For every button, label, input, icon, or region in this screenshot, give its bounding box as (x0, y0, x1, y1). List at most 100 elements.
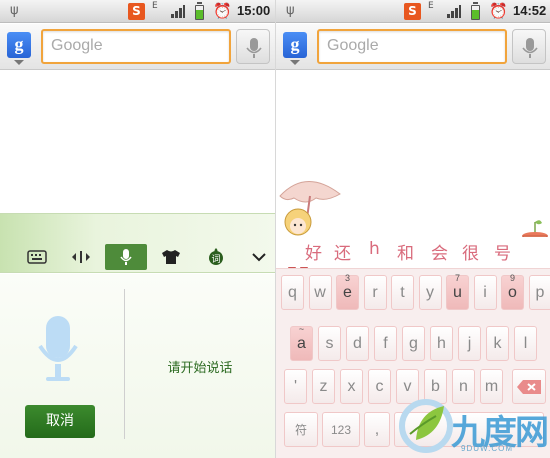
search-input[interactable]: Google (41, 29, 231, 64)
key-label: h (437, 335, 446, 352)
key-t[interactable]: t (391, 275, 414, 310)
watermark-subtext: 9DUW.COM (461, 444, 513, 453)
key-m[interactable]: m (480, 369, 503, 404)
clock: 14:52 (513, 3, 547, 18)
key-h[interactable]: h (430, 326, 453, 361)
battery-icon (471, 5, 480, 20)
key-k[interactable]: k (486, 326, 509, 361)
key-label: ' (293, 378, 298, 395)
key-hint: 7 (454, 273, 460, 283)
comma-key[interactable]: , (364, 412, 390, 447)
candidate-word[interactable]: 还 (334, 239, 351, 264)
key-e[interactable]: 3e (336, 273, 359, 310)
status-bar: ψ S E ⏰ 14:52 (276, 0, 550, 23)
key-label: j (467, 335, 472, 352)
key-s[interactable]: s (318, 326, 341, 361)
status-bar: ψ S E ⏰ 15:00 (0, 0, 275, 23)
cancel-button[interactable]: 取消 (25, 405, 95, 438)
key-q[interactable]: q (281, 275, 304, 310)
key-label: k (493, 335, 502, 352)
candidate-word[interactable]: 会 (431, 239, 448, 264)
microphone-icon (522, 38, 538, 58)
key-label: e (343, 284, 352, 301)
key-j[interactable]: j (458, 326, 481, 361)
key-label: v (403, 378, 412, 395)
key-l[interactable]: l (514, 326, 537, 361)
key-label: f (383, 335, 388, 352)
number-key[interactable]: 123 (322, 412, 360, 447)
battery-tip (473, 2, 478, 4)
watermark-logo (399, 399, 453, 453)
vocabulary-button[interactable]: 词 (195, 244, 237, 270)
key-x[interactable]: x (340, 369, 363, 404)
chevron-down-icon (290, 60, 300, 65)
clock: 15:00 (237, 3, 271, 18)
key-label: q (288, 284, 297, 301)
microphone-icon (38, 316, 78, 381)
key-label: u (453, 284, 462, 301)
key-g[interactable]: g (402, 326, 425, 361)
key-o[interactable]: 9o (501, 273, 524, 310)
key-w[interactable]: w (308, 275, 332, 310)
symbol-key[interactable]: 符 (284, 412, 318, 447)
candidate-word[interactable]: h (369, 239, 380, 259)
voice-search-button[interactable] (512, 29, 546, 64)
key-z[interactable]: z (312, 369, 335, 404)
voice-input-button[interactable] (105, 244, 147, 270)
backspace-key[interactable] (512, 369, 546, 404)
alarm-icon: ⏰ (213, 2, 232, 20)
key-u[interactable]: 7u (446, 273, 469, 310)
signal-icon (171, 5, 185, 18)
key-y[interactable]: y (418, 275, 442, 310)
key-label: a (297, 335, 306, 352)
signal-icon (447, 5, 461, 18)
screen-left: ψ S E ⏰ 15:00 g Google 词 请开始说话 取消 (0, 0, 275, 458)
keyboard-button[interactable] (16, 244, 58, 270)
key-label: y (426, 284, 434, 301)
svg-text:词: 词 (211, 254, 220, 265)
screen-right: ψ S E ⏰ 14:52 g Google 好 还 h 和 会 很 号 q w… (275, 0, 550, 458)
network-type: E (428, 1, 434, 11)
network-type: E (152, 1, 158, 11)
key-label: r (372, 284, 378, 301)
key-d[interactable]: d (346, 326, 369, 361)
voice-prompt: 请开始说话 (167, 361, 233, 376)
input-toolbar: 词 (0, 213, 275, 273)
google-logo-button[interactable]: g (283, 32, 307, 58)
key-a[interactable]: ~ a (290, 324, 313, 361)
key-f[interactable]: f (374, 326, 397, 361)
key-label: m (484, 378, 499, 395)
usb-icon: ψ (10, 3, 19, 18)
key-label: n (459, 378, 468, 395)
search-input[interactable]: Google (317, 29, 507, 64)
battery-icon (195, 5, 204, 20)
key-p[interactable]: p (528, 275, 550, 310)
chevron-down-icon (252, 253, 266, 262)
key-label: , (374, 421, 380, 438)
voice-search-button[interactable] (236, 29, 270, 64)
key-label: s (325, 335, 334, 352)
candidate-word[interactable]: 号 (494, 239, 511, 264)
usb-icon: ψ (286, 3, 295, 18)
google-logo-button[interactable]: g (7, 32, 31, 58)
collapse-button[interactable] (238, 244, 275, 270)
key-c[interactable]: c (368, 369, 391, 404)
key-label: l (523, 335, 528, 352)
cursor-move-button[interactable] (60, 244, 102, 270)
candidate-word[interactable]: 很 (462, 239, 479, 264)
battery-tip (197, 2, 202, 4)
microphone-icon (120, 249, 132, 265)
key-hint: 3 (344, 273, 350, 283)
key-label: 123 (330, 423, 352, 437)
candidate-word[interactable]: 好 (305, 239, 322, 264)
candidate-word[interactable]: 和 (397, 239, 414, 264)
key-i[interactable]: i (473, 275, 497, 310)
key-apostrophe[interactable]: ' (284, 369, 307, 404)
key-hint: ~ (298, 324, 305, 334)
alarm-icon: ⏰ (489, 2, 508, 20)
microphone-icon (246, 38, 262, 58)
key-label: p (535, 284, 545, 301)
skin-button[interactable] (150, 244, 192, 270)
key-r[interactable]: r (363, 275, 387, 310)
key-label: 符 (294, 423, 307, 437)
